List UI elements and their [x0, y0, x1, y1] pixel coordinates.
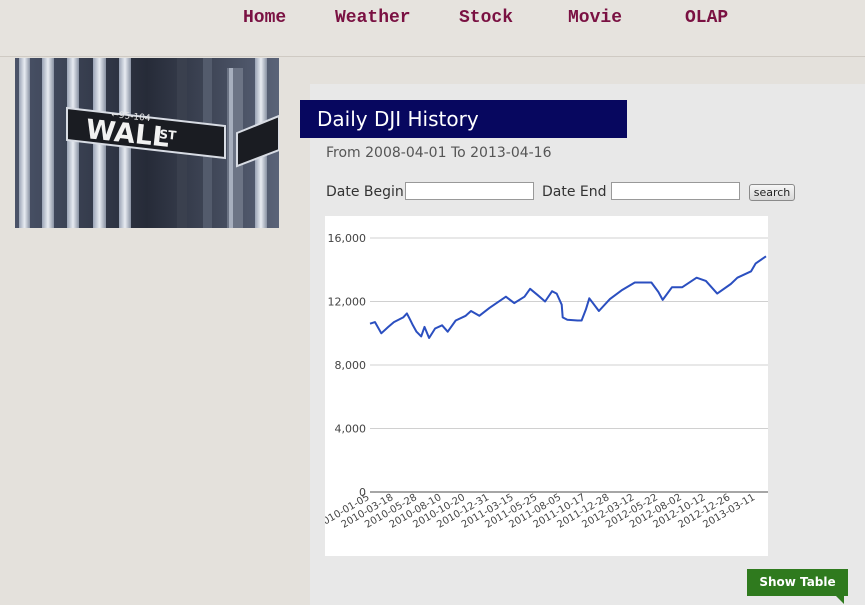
nav-stock-link[interactable]: Stock: [459, 8, 513, 28]
date-end-label: Date End: [542, 184, 607, 200]
y-tick-label: 4,000: [335, 423, 367, 436]
y-tick-label: 12,000: [328, 296, 367, 309]
dji-line-chart: 04,0008,00012,00016,0002010-01-052010-03…: [316, 232, 768, 531]
nav-home-link[interactable]: Home: [243, 8, 286, 28]
top-nav: Home Weather Stock Movie OLAP: [0, 0, 865, 57]
wall-street-photo: WALL ST ←95-104: [15, 58, 279, 228]
date-begin-input[interactable]: [405, 182, 534, 200]
date-begin-label: Date Begin: [326, 184, 404, 200]
nav-movie-link[interactable]: Movie: [568, 8, 622, 28]
sign-st-text: ST: [159, 127, 178, 143]
page-title: Daily DJI History: [300, 100, 627, 138]
dji-series-line: [369, 255, 767, 339]
show-table-tail: [836, 596, 844, 604]
search-button[interactable]: search: [749, 184, 795, 201]
date-end-input[interactable]: [611, 182, 740, 200]
show-table-button[interactable]: Show Table: [747, 569, 848, 596]
wall-street-illustration: WALL ST ←95-104: [15, 58, 279, 228]
nav-weather-link[interactable]: Weather: [335, 8, 411, 28]
y-tick-label: 16,000: [328, 232, 367, 245]
date-range-text: From 2008-04-01 To 2013-04-16: [326, 145, 552, 161]
y-tick-label: 8,000: [335, 359, 367, 372]
nav-olap-link[interactable]: OLAP: [685, 8, 728, 28]
dji-chart: 0 4,000 8,000 12,000 16,000 2010-01-05 2010-03…: [316, 216, 768, 556]
